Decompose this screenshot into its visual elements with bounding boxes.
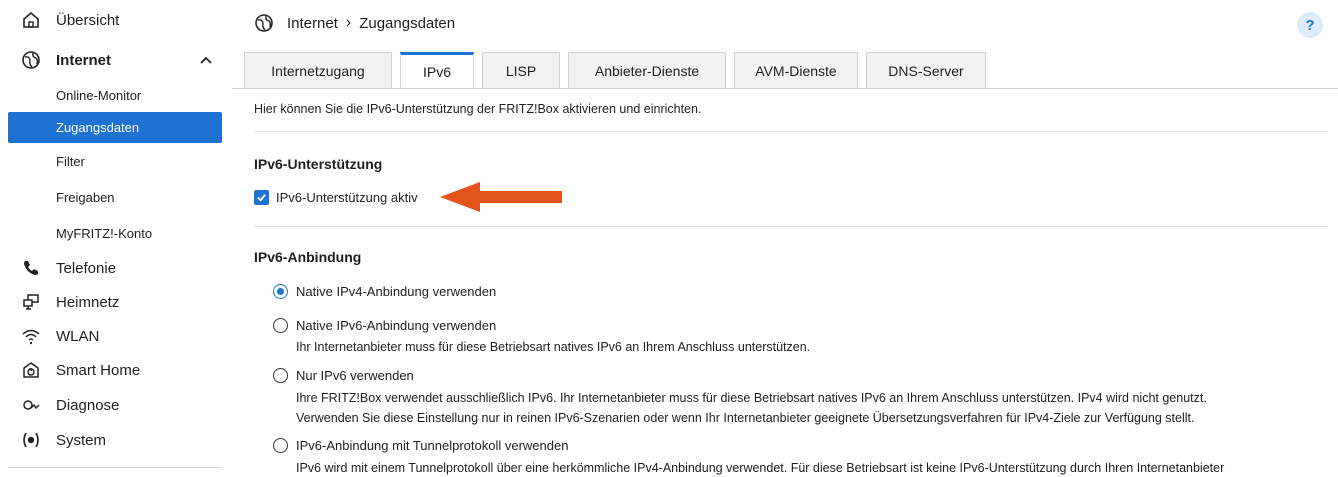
breadcrumb-zugangsdaten: Zugangsdaten [359,14,456,32]
wifi-icon [20,325,42,347]
intro-text: Hier können Sie die IPv6-Unterstützung d… [254,102,702,116]
chevron-up-icon[interactable] [196,50,216,70]
nav-item-wlan-label: WLAN [56,327,100,345]
nav-item-internet[interactable]: Internet [20,48,111,72]
help-button[interactable]: ? [1297,12,1323,38]
diagnose-icon [20,394,42,416]
nav-item-overview-label: Übersicht [56,11,120,29]
only-ipv6-description-line2: Verwenden Sie diese Einstellung nur in r… [296,411,1195,425]
nav-item-diagnose-label: Diagnose [56,396,120,414]
tab-lisp[interactable]: LISP [482,52,560,88]
smarthome-icon [20,359,42,381]
globe-icon [20,49,42,71]
system-icon [20,429,42,451]
nav-item-heimnetz[interactable]: Heimnetz [20,290,119,314]
sidebar-item-myfritz[interactable]: MyFRITZ!-Konto [8,218,222,249]
nav-item-system[interactable]: System [20,428,106,452]
ipv6-support-checkbox-row[interactable]: IPv6-Unterstützung aktiv [254,190,418,205]
only-ipv6-description-line1: Ihre FRITZ!Box verwendet ausschließlich … [296,391,1207,405]
nav-item-heimnetz-label: Heimnetz [56,293,120,311]
radio-tunnel-button[interactable] [273,438,288,453]
sidebar-item-freigaben[interactable]: Freigaben [8,182,222,213]
tab-ipv6[interactable]: IPv6 [400,52,474,88]
nav-item-telefonie[interactable]: Telefonie [20,256,116,280]
tabs-divider [232,88,1338,89]
nav-item-telefonie-label: Telefonie [56,259,117,277]
radio-native-ipv4-button[interactable] [273,284,288,299]
ipv6-support-label: IPv6-Unterstützung aktiv [276,190,418,205]
radio-only-ipv6[interactable]: Nur IPv6 verwenden [273,368,414,383]
tab-anbieter-dienste[interactable]: Anbieter-Dienste [568,52,726,88]
breadcrumb-separator: › [345,14,352,31]
tab-internetzugang[interactable]: Internetzugang [244,52,392,88]
radio-native-ipv6[interactable]: Native IPv6-Anbindung verwenden [273,318,496,333]
radio-only-ipv6-button[interactable] [273,368,288,383]
radio-native-ipv6-label: Native IPv6-Anbindung verwenden [296,318,497,333]
tunnel-description: IPv6 wird mit einem Tunnelprotokoll über… [296,461,1225,475]
tab-dns-server[interactable]: DNS-Server [866,52,986,88]
globe-icon [255,14,273,32]
ipv6-support-checkbox[interactable] [254,190,269,205]
nav-item-overview[interactable]: Übersicht [20,8,119,32]
radio-only-ipv6-label: Nur IPv6 verwenden [296,368,414,383]
radio-native-ipv4[interactable]: Native IPv4-Anbindung verwenden [273,284,496,299]
nav-item-diagnose[interactable]: Diagnose [20,393,119,417]
annotation-arrow-icon [440,182,562,212]
breadcrumb-internet[interactable]: Internet [287,15,338,32]
sidebar-item-filter[interactable]: Filter [8,146,222,177]
sidebar-divider [8,467,222,468]
nav-item-smarthome-label: Smart Home [56,361,141,379]
tab-bar: Internetzugang IPv6 LISP Anbieter-Dienst… [244,52,994,88]
network-icon [20,291,42,313]
binding-section-title: IPv6-Anbindung [254,249,362,265]
nav-item-internet-label: Internet [56,51,112,69]
sidebar: Übersicht Internet Online-Monitor Zugang… [0,0,232,477]
native-ipv6-description: Ihr Internetanbieter muss für diese Betr… [296,340,811,354]
tab-avm-dienste[interactable]: AVM-Dienste [734,52,858,88]
nav-item-system-label: System [56,431,107,449]
sidebar-item-zugangsdaten[interactable]: Zugangsdaten [8,112,222,143]
radio-tunnel[interactable]: IPv6-Anbindung mit Tunnelprotokoll verwe… [273,438,568,453]
support-section-title: IPv6-Unterstützung [254,156,383,172]
section-divider [254,131,1328,132]
sidebar-item-online-monitor[interactable]: Online-Monitor [8,80,222,111]
home-icon [20,9,42,31]
radio-native-ipv6-button[interactable] [273,318,288,333]
phone-icon [20,257,42,279]
radio-tunnel-label: IPv6-Anbindung mit Tunnelprotokoll verwe… [296,438,569,453]
nav-item-smarthome[interactable]: Smart Home [20,358,140,382]
checkmark-icon [257,194,266,202]
breadcrumb: Internet › Zugangsdaten [287,14,455,32]
radio-native-ipv4-label: Native IPv4-Anbindung verwenden [296,284,497,299]
nav-item-wlan[interactable]: WLAN [20,324,99,348]
section-divider [254,226,1328,227]
